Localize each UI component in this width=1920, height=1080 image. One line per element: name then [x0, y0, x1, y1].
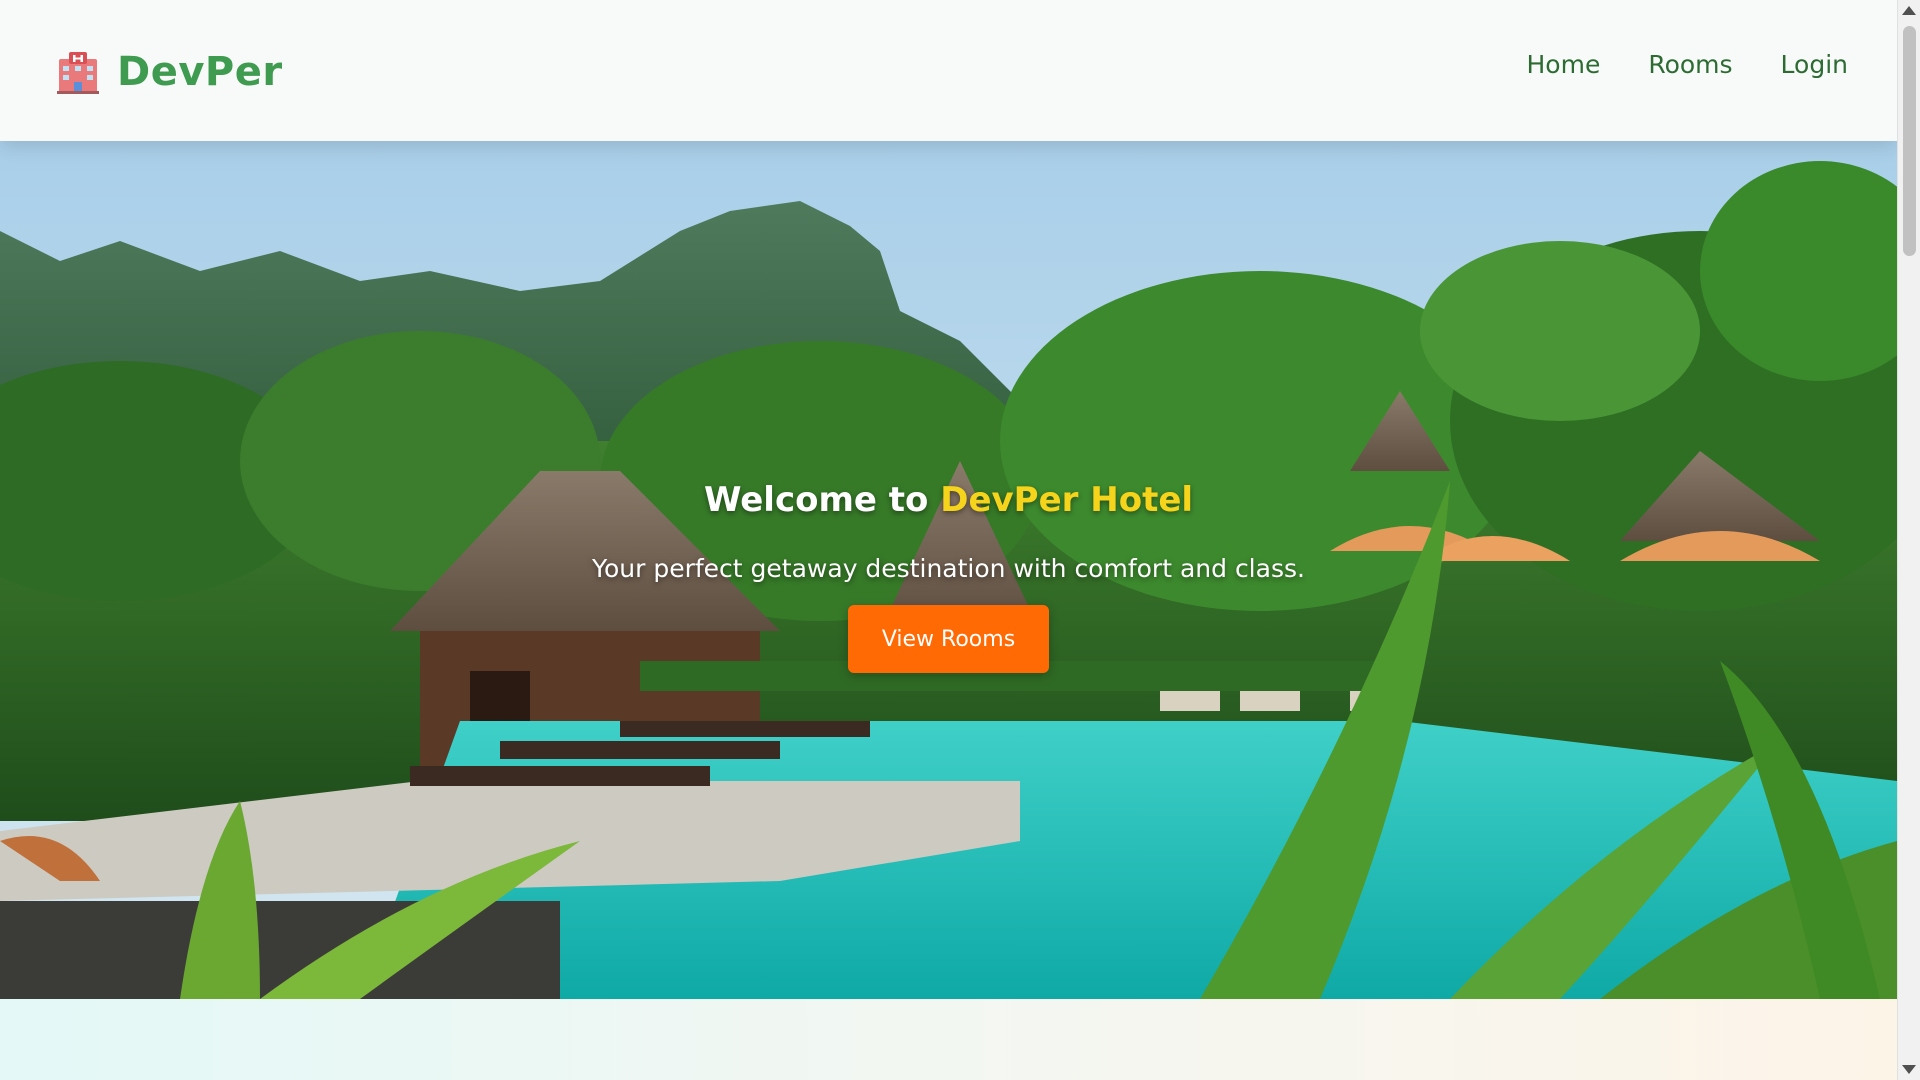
nav-link-home[interactable]: Home: [1527, 50, 1601, 79]
brand[interactable]: DevPer: [55, 44, 283, 100]
scroll-thumb[interactable]: [1903, 26, 1916, 256]
hero-section: Welcome to DevPer Hotel Your perfect get…: [0, 141, 1897, 999]
hotel-icon: [57, 52, 99, 94]
page: DevPer Home Rooms Login Welcome to DevPe…: [0, 0, 1920, 1080]
hero-title-accent: DevPer Hotel: [940, 480, 1194, 520]
hero-content: Welcome to DevPer Hotel Your perfect get…: [0, 141, 1897, 999]
nav-links: Home Rooms Login: [1527, 50, 1849, 79]
hero-subtitle: Your perfect getaway destination with co…: [592, 554, 1305, 583]
nav-link-login[interactable]: Login: [1781, 50, 1848, 79]
hero-title: Welcome to DevPer Hotel: [0, 480, 1897, 520]
brand-name: DevPer: [117, 49, 283, 95]
view-rooms-button[interactable]: View Rooms: [848, 605, 1049, 673]
scroll-up-icon[interactable]: [1902, 6, 1916, 15]
nav-link-rooms[interactable]: Rooms: [1648, 50, 1732, 79]
vertical-scrollbar[interactable]: [1897, 0, 1920, 1080]
hero-title-prefix: Welcome to: [703, 480, 941, 520]
navbar: DevPer Home Rooms Login: [0, 0, 1897, 141]
browser-viewport: DevPer Home Rooms Login Welcome to DevPe…: [0, 0, 1897, 1080]
scroll-down-icon[interactable]: [1902, 1065, 1916, 1074]
lower-section: [0, 999, 1897, 1080]
